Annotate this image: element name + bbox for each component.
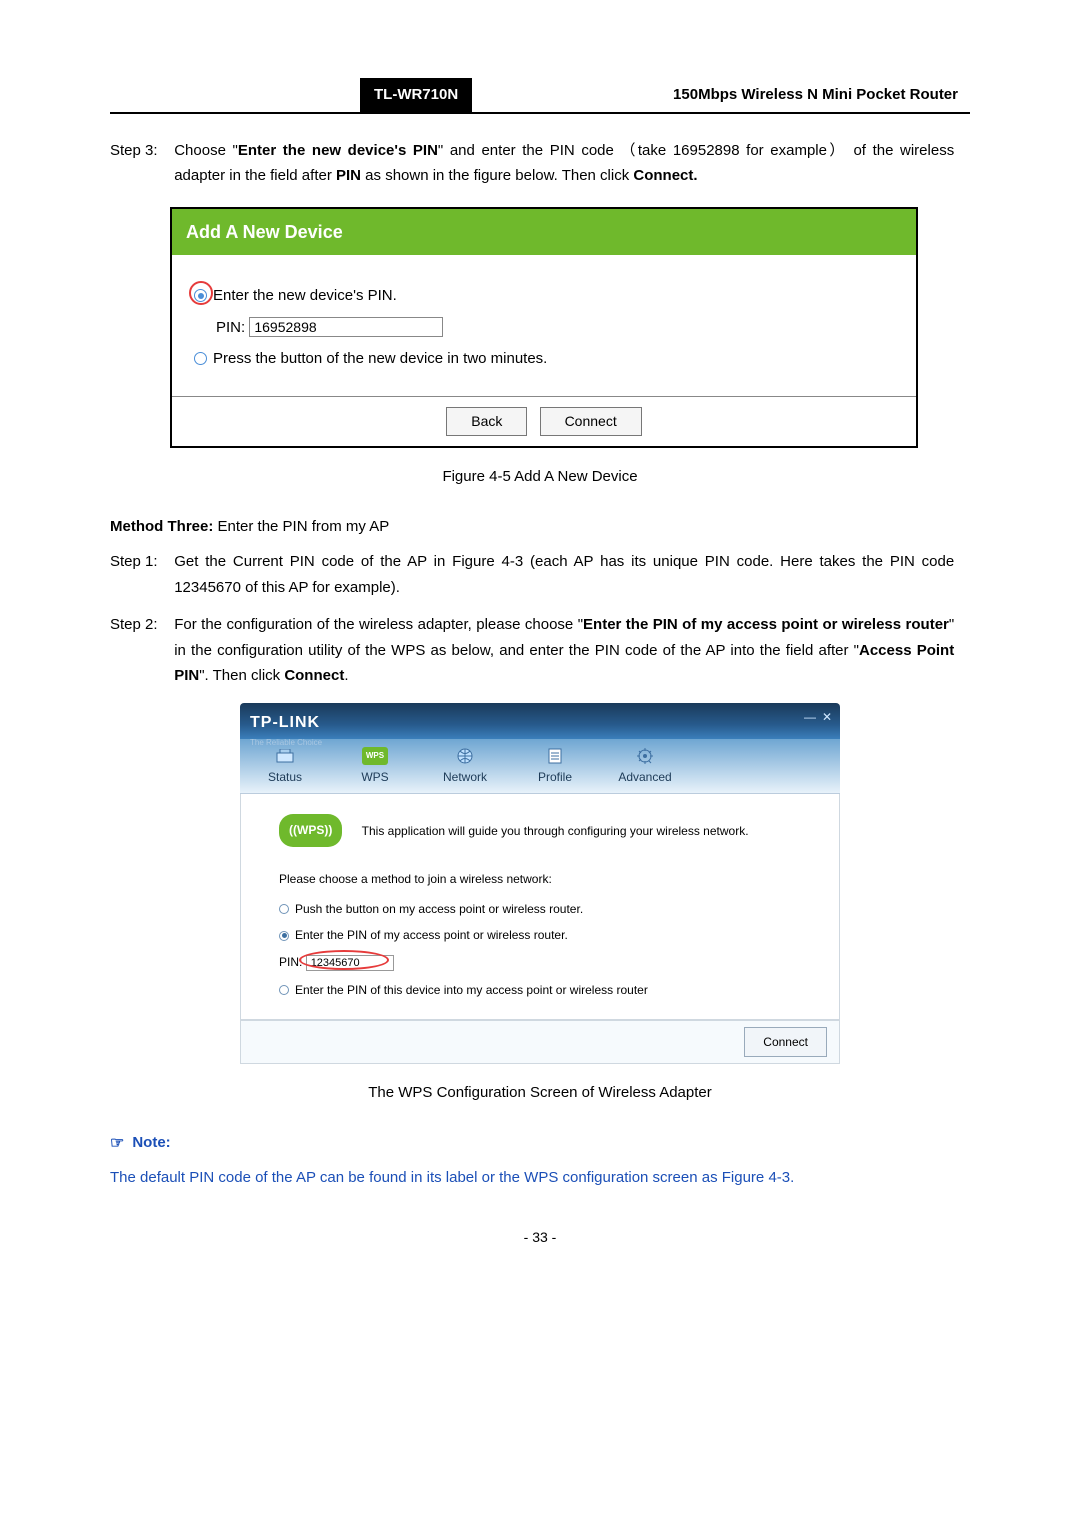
wps-bottom-bar: Connect bbox=[240, 1020, 840, 1064]
wps-window-titlebar: — ✕ TP-LINK The Reliable Choice bbox=[240, 703, 840, 739]
radio-label: Enter the PIN of my access point or wire… bbox=[295, 925, 568, 945]
pin-row: PIN: bbox=[216, 315, 894, 341]
back-button[interactable]: Back bbox=[446, 407, 527, 437]
text: as shown in the figure below. Then click bbox=[361, 167, 633, 184]
wps-badge-icon: ((WPS)) bbox=[279, 814, 342, 846]
page-header: TL-WR710N 150Mbps Wireless N Mini Pocket… bbox=[110, 78, 970, 114]
note-body: The default PIN code of the AP can be fo… bbox=[110, 1165, 970, 1191]
figure-add-device: Add A New Device Enter the new device's … bbox=[170, 207, 918, 449]
method-three-heading: Method Three: Enter the PIN from my AP bbox=[110, 514, 970, 540]
m3-step-1-body: Get the Current PIN code of the AP in Fi… bbox=[174, 549, 954, 600]
wps-opt-push-button[interactable]: Push the button on my access point or wi… bbox=[279, 899, 821, 919]
wps-opt-enter-pin-device[interactable]: Enter the PIN of this device into my acc… bbox=[279, 980, 821, 1000]
tab-label: Profile bbox=[510, 767, 600, 787]
tab-label: WPS bbox=[330, 767, 420, 787]
radio-label: Push the button on my access point or wi… bbox=[295, 899, 583, 919]
tab-label: Advanced bbox=[600, 767, 690, 787]
m3-step-2-body: For the configuration of the wireless ad… bbox=[174, 612, 954, 689]
tab-status[interactable]: Status bbox=[240, 745, 330, 793]
wps-connect-button[interactable]: Connect bbox=[744, 1027, 827, 1057]
wps-main-panel: ((WPS)) This application will guide you … bbox=[240, 794, 840, 1019]
close-icon[interactable]: ✕ bbox=[822, 707, 832, 727]
pointing-hand-icon: ☞ bbox=[110, 1130, 124, 1157]
radio-label: Press the button of the new device in tw… bbox=[213, 346, 547, 372]
red-circle-highlight bbox=[189, 281, 213, 305]
figure-title: Add A New Device bbox=[172, 209, 916, 256]
wps-utility-window: — ✕ TP-LINK The Reliable Choice Status W… bbox=[240, 703, 840, 1064]
method-three-text: Enter the PIN from my AP bbox=[213, 518, 389, 535]
tab-label: Network bbox=[420, 767, 510, 787]
product-subtitle: 150Mbps Wireless N Mini Pocket Router bbox=[472, 78, 970, 112]
wps-guide-text: This application will guide you through … bbox=[362, 821, 749, 841]
method-three-label: Method Three: bbox=[110, 518, 213, 535]
radio-icon bbox=[279, 985, 289, 995]
text-bold: Enter the new device's PIN bbox=[238, 142, 438, 159]
tab-network[interactable]: Network bbox=[420, 745, 510, 793]
wps-caption: The WPS Configuration Screen of Wireless… bbox=[110, 1080, 970, 1106]
minimize-icon[interactable]: — bbox=[804, 707, 816, 727]
wps-pin-row: PIN: bbox=[279, 952, 821, 972]
tplink-logo: TP-LINK bbox=[250, 709, 830, 736]
radio-icon bbox=[279, 931, 289, 941]
figure-button-row: Back Connect bbox=[172, 396, 916, 447]
text-bold: Connect bbox=[284, 667, 344, 684]
step-3-body: Choose "Enter the new device's PIN" and … bbox=[174, 138, 954, 189]
radio-icon bbox=[194, 352, 207, 365]
tplink-tagline: The Reliable Choice bbox=[250, 736, 830, 750]
tab-wps[interactable]: WPS WPS bbox=[330, 745, 420, 793]
pin-label: PIN: bbox=[216, 319, 245, 336]
tab-profile[interactable]: Profile bbox=[510, 745, 600, 793]
window-controls: — ✕ bbox=[804, 707, 832, 727]
tab-advanced[interactable]: Advanced bbox=[600, 745, 690, 793]
m3-step-1: Step 1: Get the Current PIN code of the … bbox=[110, 549, 970, 600]
text: ". Then click bbox=[199, 667, 284, 684]
model-label: TL-WR710N bbox=[360, 78, 472, 112]
page-number: - 33 - bbox=[110, 1226, 970, 1250]
figure-1-caption: Figure 4-5 Add A New Device bbox=[110, 464, 970, 490]
radio-icon bbox=[279, 904, 289, 914]
note-heading: ☞ Note: bbox=[110, 1130, 970, 1157]
pin-input[interactable] bbox=[249, 317, 443, 337]
radio-press-button[interactable]: Press the button of the new device in tw… bbox=[194, 346, 894, 372]
note-heading-text: Note: bbox=[132, 1130, 170, 1156]
tab-label: Status bbox=[240, 767, 330, 787]
step-3-label: Step 3: bbox=[110, 138, 158, 164]
wps-guide-row: ((WPS)) This application will guide you … bbox=[279, 814, 821, 846]
red-oval-highlight bbox=[299, 950, 389, 970]
wps-prompt: Please choose a method to join a wireles… bbox=[279, 869, 821, 889]
figure-body: Enter the new device's PIN. PIN: Press t… bbox=[172, 255, 916, 396]
wps-options: Please choose a method to join a wireles… bbox=[279, 869, 821, 1001]
text-bold: Enter the PIN of my access point or wire… bbox=[583, 616, 949, 633]
step-3: Step 3: Choose "Enter the new device's P… bbox=[110, 138, 970, 189]
text-bold: PIN bbox=[336, 167, 361, 184]
m3-step-2-label: Step 2: bbox=[110, 612, 158, 638]
text-bold: Connect. bbox=[633, 167, 697, 184]
text: . bbox=[344, 667, 348, 684]
m3-step-2: Step 2: For the configuration of the wir… bbox=[110, 612, 970, 689]
m3-step-1-label: Step 1: bbox=[110, 549, 158, 575]
connect-button[interactable]: Connect bbox=[540, 407, 642, 437]
radio-enter-pin[interactable]: Enter the new device's PIN. bbox=[194, 283, 894, 309]
text: For the configuration of the wireless ad… bbox=[174, 616, 583, 633]
wps-opt-enter-pin-ap[interactable]: Enter the PIN of my access point or wire… bbox=[279, 925, 821, 945]
radio-label: Enter the new device's PIN. bbox=[213, 283, 397, 309]
text: Choose " bbox=[174, 142, 238, 159]
radio-label: Enter the PIN of this device into my acc… bbox=[295, 980, 648, 1000]
